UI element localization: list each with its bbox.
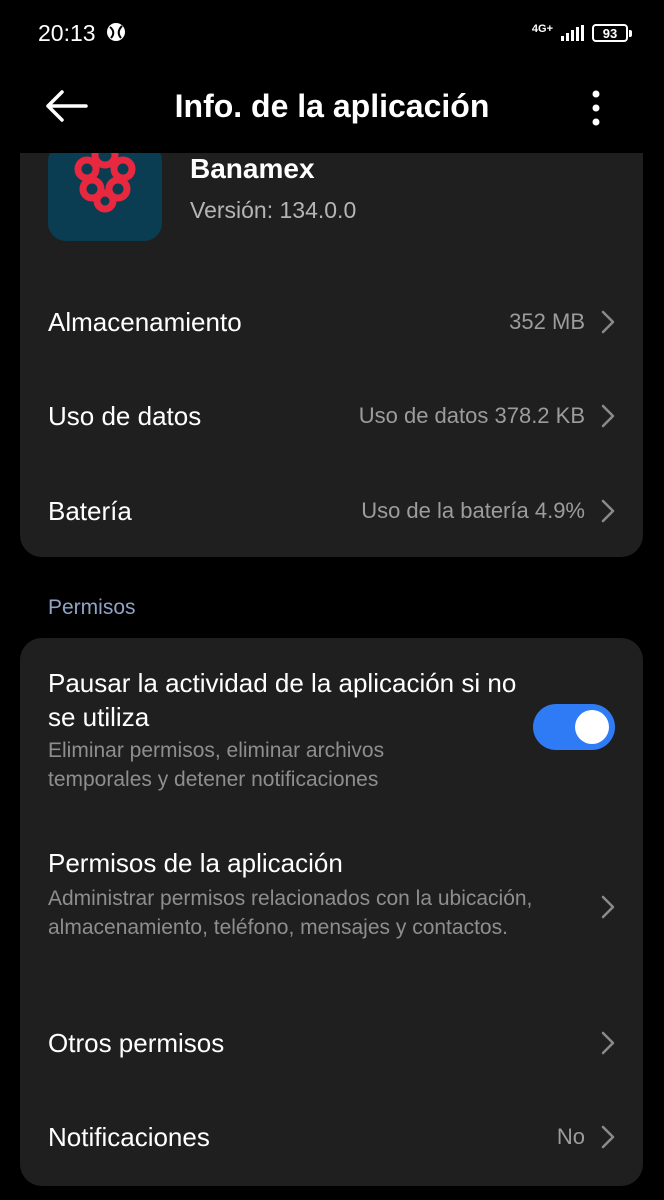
pause-activity-row[interactable]: Pausar la actividad de la aplicación si … [20,638,643,818]
signal-strength-icon [561,25,584,41]
app-name: Banamex [190,153,315,184]
data-usage-label: Uso de datos [48,401,202,431]
app-details-card: Banamex Versión: 134.0.0 Almacenamiento … [20,153,643,557]
other-permissions-row[interactable]: Otros permisos [20,996,643,1090]
app-header: Info. de la aplicación [0,68,664,150]
notifications-row[interactable]: Notificaciones No [20,1090,643,1184]
app-permissions-title: Permisos de la aplicación [48,848,343,878]
other-permissions-label: Otros permisos [48,1028,225,1058]
notifications-label: Notificaciones [48,1122,210,1152]
chevron-right-icon [601,499,615,523]
network-type: 4G+ [531,22,553,35]
storage-value: 352 MB [509,309,585,334]
app-info: Banamex Versión: 134.0.0 [20,153,643,273]
battery-level: 93 [602,25,618,41]
storage-label: Almacenamiento [48,307,242,337]
status-indicators: 4G+ 93 [531,20,632,46]
chevron-right-icon [601,310,615,334]
data-usage-row[interactable]: Uso de datos Uso de datos 378.2 KB [20,369,643,463]
status-time: 20:13 [38,20,96,46]
banamex-logo-icon [48,153,162,241]
chevron-right-icon [601,404,615,428]
more-options-icon[interactable] [578,88,614,128]
pause-activity-toggle[interactable] [533,704,615,750]
notifications-value: No [556,1124,585,1149]
battery-label: Batería [48,496,132,526]
app-permissions-row[interactable]: Permisos de la aplicación Administrar pe… [20,834,643,984]
pause-activity-title: Pausar la actividad de la aplicación si … [48,668,517,732]
toggle-knob [575,710,609,744]
app-version: Versión: 134.0.0 [190,197,357,223]
permissions-card: Pausar la actividad de la aplicación si … [20,638,643,1186]
battery-value: Uso de la batería 4.9% [361,498,585,523]
pause-activity-description: Eliminar permisos, eliminar archivos tem… [48,739,385,791]
data-usage-value: Uso de datos 378.2 KB [358,403,585,428]
soccer-ball-icon [107,23,125,41]
chevron-right-icon [601,1031,615,1055]
page-title: Info. de la aplicación [174,88,490,124]
storage-row[interactable]: Almacenamiento 352 MB [20,275,643,369]
app-permissions-description: Administrar permisos relacionados con la… [48,887,533,939]
battery-row[interactable]: Batería Uso de la batería 4.9% [20,464,643,557]
battery-icon: 93 [592,24,632,42]
permissions-section-label: Permisos [48,596,136,619]
chevron-right-icon [601,1125,615,1149]
chevron-right-icon [601,895,615,919]
status-bar: 20:13 4G+ 93 [0,0,664,68]
